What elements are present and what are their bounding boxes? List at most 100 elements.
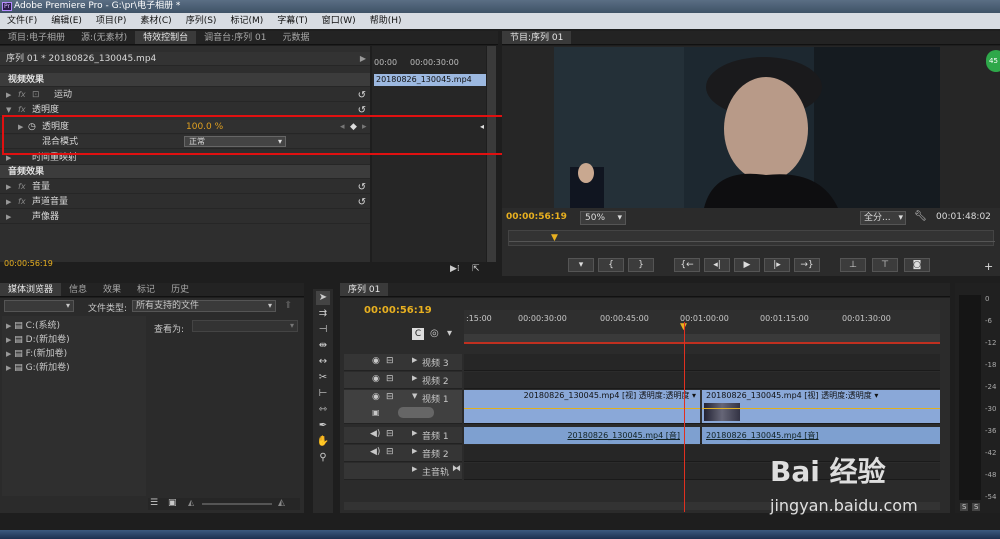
video-clip[interactable]: 20180826_130045.mp4 [视] 透明度:透明度 ▾ — [702, 390, 940, 423]
expand-icon[interactable]: ▶ — [412, 429, 417, 437]
view-as-select[interactable]: ▾ — [192, 320, 298, 332]
render-icon[interactable]: ▶⁞ — [450, 264, 460, 274]
menu-window[interactable]: 窗口(W) — [315, 13, 363, 29]
menu-title[interactable]: 字幕(T) — [270, 13, 315, 29]
expand-icon[interactable]: ▶ — [412, 374, 417, 382]
audio-clip[interactable]: 20180826_130045.mp4 [音] — [464, 427, 700, 444]
rolling-edit-tool-icon[interactable]: ⇹ — [316, 339, 330, 353]
lock-icon[interactable]: ⊟ — [386, 392, 394, 402]
opacity-line[interactable] — [702, 408, 940, 409]
menu-file[interactable]: 文件(F) — [0, 13, 44, 29]
tab-history[interactable]: 历史 — [163, 283, 197, 296]
export-icon[interactable]: ⇱ — [472, 264, 480, 274]
up-arrow-icon[interactable]: ⬆ — [284, 300, 292, 311]
tab-project[interactable]: 项目:电子相册 — [0, 31, 73, 44]
lane-video-2[interactable] — [464, 372, 940, 389]
icon-view-icon[interactable]: ▣ — [168, 498, 177, 508]
lock-icon[interactable]: ⊟ — [386, 429, 394, 439]
program-scrubber[interactable]: ▼ — [508, 230, 995, 246]
eye-icon[interactable]: ◉ — [372, 356, 380, 366]
lock-icon[interactable]: ⊟ — [386, 447, 394, 457]
tab-markers[interactable]: 标记 — [129, 283, 163, 296]
timeline-ruler[interactable]: :15:00 00:00:30:00 00:00:45:00 00:01:00:… — [464, 310, 940, 344]
go-to-in-button[interactable]: {← — [674, 258, 700, 272]
go-to-out-button[interactable]: →} — [794, 258, 820, 272]
add-marker-button[interactable]: ▾ — [568, 258, 594, 272]
wrench-icon[interactable]: 🔧︎ — [914, 211, 927, 222]
effect-channel-volume-row[interactable]: ▶ fx 声道音量 ↺ — [0, 195, 370, 209]
expand-icon[interactable]: ▶ — [6, 88, 11, 102]
slip-tool-icon[interactable]: ⊢ — [316, 387, 330, 401]
mark-out-button[interactable]: } — [628, 258, 654, 272]
track-header-master[interactable]: ▶ 主音轨 ⧓ — [344, 463, 462, 480]
audio-clip[interactable]: 20180826_130045.mp4 [音] — [702, 427, 940, 444]
effect-panner-row[interactable]: ▶ 声像器 — [0, 210, 370, 224]
snap-icon[interactable]: C — [412, 328, 424, 340]
ec-clip-bar[interactable]: 20180826_130045.mp4 — [374, 74, 486, 86]
tab-program[interactable]: 节目:序列 01 — [502, 31, 572, 44]
step-forward-button[interactable]: |▸ — [764, 258, 790, 272]
selection-tool-icon[interactable]: ➤ — [316, 291, 330, 305]
expand-icon[interactable]: ▶ — [412, 465, 417, 473]
program-timecode[interactable]: 00:00:56:19 — [506, 212, 567, 222]
solo-left-button[interactable]: S — [960, 503, 969, 511]
expand-icon[interactable]: ▶ — [412, 447, 417, 455]
drive-item-f[interactable]: ▶ ▤ F:(新加卷) — [6, 346, 67, 359]
timeline-playhead-line[interactable] — [684, 322, 685, 512]
zoom-in-icon[interactable]: ◭ — [278, 498, 285, 508]
lane-video-3[interactable] — [464, 354, 940, 371]
reset-icon[interactable]: ↺ — [358, 196, 366, 210]
rate-stretch-tool-icon[interactable]: ↔ — [316, 355, 330, 369]
list-view-icon[interactable]: ☰ — [150, 498, 158, 508]
zoom-select[interactable]: 50% ▾ — [580, 211, 626, 225]
add-marker-icon[interactable]: ▾ — [447, 328, 452, 339]
effect-motion-row[interactable]: ▶ fx ⊡ 运动 ↺ — [0, 88, 370, 102]
opacity-line[interactable] — [464, 408, 700, 409]
menu-edit[interactable]: 编辑(E) — [44, 13, 89, 29]
tab-media-browser[interactable]: 媒体浏览器 — [0, 283, 62, 296]
expand-icon[interactable]: ▶ — [412, 356, 417, 364]
track-header-video-1[interactable]: ◉ ⊟ ▼ 视频 1 ▣ — [344, 390, 462, 424]
keyframe-nav[interactable] — [398, 407, 434, 418]
drive-item-d[interactable]: ▶ ▤ D:(新加卷) — [6, 332, 70, 345]
ripple-edit-tool-icon[interactable]: ⊣ — [316, 323, 330, 337]
menu-help[interactable]: 帮助(H) — [363, 13, 409, 29]
reset-icon[interactable]: ↺ — [358, 181, 366, 195]
menu-clip[interactable]: 素材(C) — [133, 13, 178, 29]
hand-tool-icon[interactable]: ✋ — [316, 435, 330, 449]
tab-metadata[interactable]: 元数据 — [274, 31, 317, 44]
mark-in-button[interactable]: { — [598, 258, 624, 272]
fx-icon[interactable]: fx — [18, 195, 26, 209]
lock-icon[interactable]: ⊟ — [386, 374, 394, 384]
zoom-tool-icon[interactable]: ⚲ — [316, 451, 330, 465]
step-back-button[interactable]: ◂| — [704, 258, 730, 272]
speaker-icon[interactable]: ◀︎) — [370, 447, 380, 457]
fx-icon[interactable]: fx — [18, 180, 26, 194]
tab-info[interactable]: 信息 — [61, 283, 95, 296]
location-select[interactable]: ▾ — [4, 300, 74, 312]
quality-select[interactable]: 全分... ▾ — [860, 211, 906, 225]
display-style-icon[interactable]: ▣ — [372, 408, 380, 417]
menu-project[interactable]: 项目(P) — [89, 13, 133, 29]
fx-icon[interactable]: fx — [18, 88, 26, 102]
play-icon[interactable]: ▶ — [360, 52, 366, 66]
lock-icon[interactable]: ⊟ — [386, 356, 394, 366]
track-header-video-3[interactable]: ◉ ⊟ ▶ 视频 3 — [344, 354, 462, 371]
solo-right-button[interactable]: S — [972, 503, 981, 511]
thumbnail-size-slider[interactable] — [202, 503, 272, 505]
work-area-bar[interactable] — [464, 334, 940, 342]
expand-icon[interactable]: ▶ — [6, 195, 11, 209]
track-header-video-2[interactable]: ◉ ⊟ ▶ 视频 2 — [344, 372, 462, 389]
video-clip[interactable]: 20180826_130045.mp4 [视] 透明度:透明度 ▾ — [464, 390, 700, 423]
collapse-icon[interactable]: ▼ — [412, 392, 417, 400]
razor-tool-icon[interactable]: ✂ — [316, 371, 330, 385]
camera-icon[interactable]: ◙ — [904, 258, 930, 272]
tab-sequence[interactable]: 序列 01 — [340, 283, 389, 296]
track-header-audio-1[interactable]: ◀︎) ⊟ ▶ 音频 1 — [344, 427, 462, 444]
tab-source[interactable]: 源:(无素材) — [73, 31, 135, 44]
lift-button[interactable]: ⊥ — [840, 258, 866, 272]
drive-item-g[interactable]: ▶ ▤ G:(新加卷) — [6, 360, 70, 373]
tab-effects[interactable]: 效果 — [95, 283, 129, 296]
extract-button[interactable]: ⊤ — [872, 258, 898, 272]
tab-audio-mixer[interactable]: 调音台:序列 01 — [196, 31, 274, 44]
